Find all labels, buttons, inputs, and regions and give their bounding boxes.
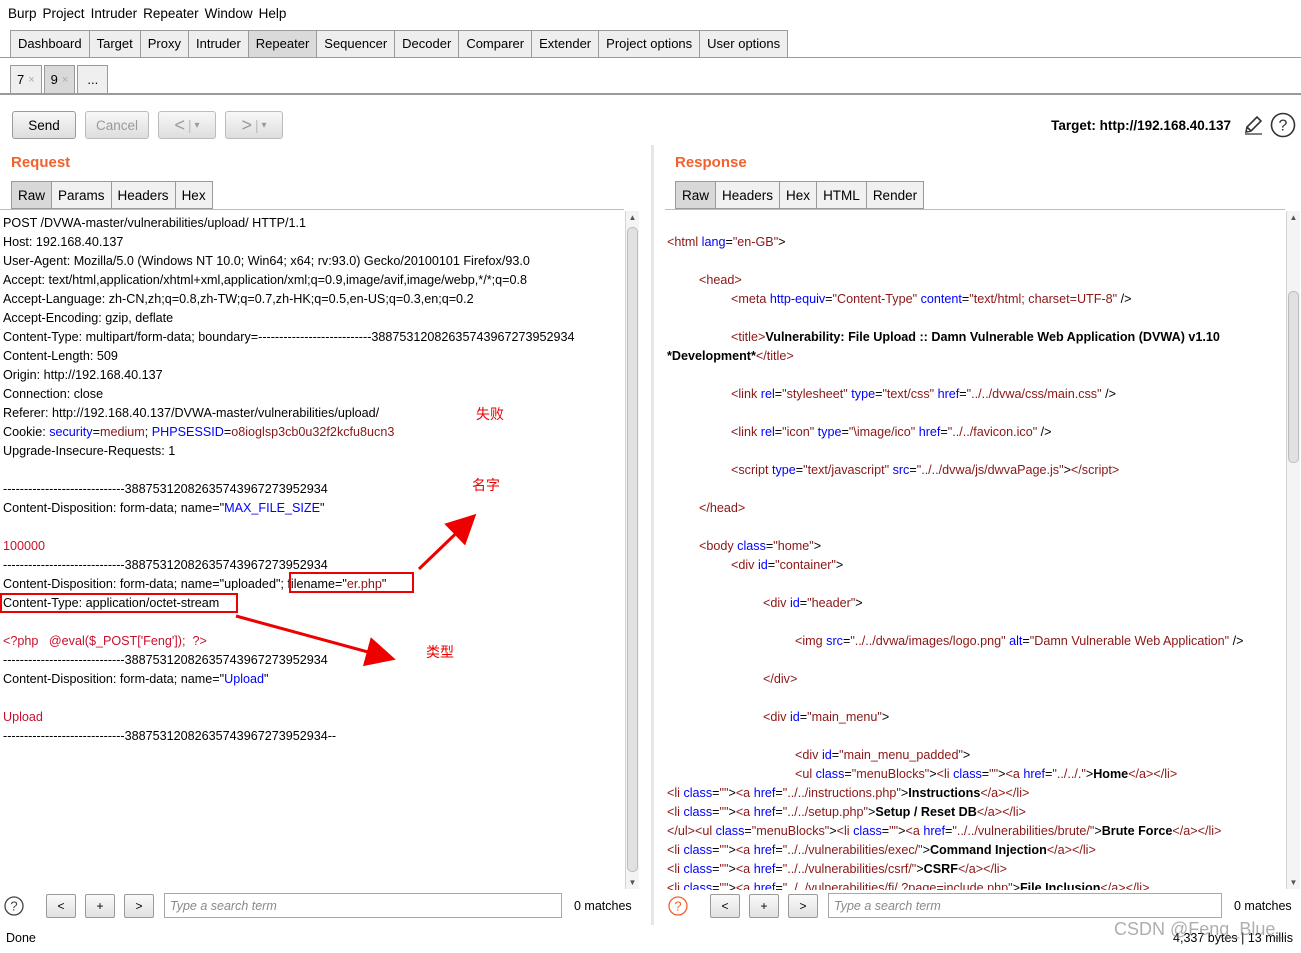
response-line: <div id="header"> — [763, 596, 863, 610]
help-icon[interactable]: ? — [1270, 112, 1296, 138]
response-line: <div id="main_menu_padded"> — [795, 748, 971, 762]
response-line: <link rel="icon" type="\image/ico" href=… — [731, 425, 1052, 439]
help-icon[interactable]: ? — [4, 896, 24, 919]
search-field — [164, 893, 562, 918]
response-line: <li class=""><a href="../../setup.php">S… — [667, 805, 1026, 819]
response-line: </div> — [763, 672, 798, 686]
request-match-count: 0 matches — [574, 899, 632, 913]
response-line: </ul><ul class="menuBlocks"><li class=""… — [667, 824, 1222, 838]
boundary-line: -----------------------------38875312082… — [3, 729, 337, 743]
request-search-bar: ? < + > 0 matches — [0, 890, 650, 924]
search-prev-button[interactable]: < — [710, 894, 740, 918]
response-search-input[interactable] — [829, 894, 1221, 917]
tab-html[interactable]: HTML — [816, 181, 867, 209]
response-line: <html lang="en-GB"> — [667, 235, 786, 249]
response-title: Response — [675, 154, 747, 171]
response-view-tabs: Raw Headers Hex HTML Render — [675, 181, 925, 209]
response-line: <meta http-equiv="Content-Type" content=… — [731, 292, 1132, 306]
search-next-button[interactable]: > — [124, 894, 154, 918]
response-line: <ul class="menuBlocks"><li class=""><a h… — [795, 767, 1178, 781]
request-search-input[interactable] — [165, 894, 561, 917]
scroll-up-icon[interactable]: ▲ — [1287, 211, 1300, 224]
response-editor[interactable]: <html lang="en-GB"> <head> <meta http-eq… — [665, 209, 1285, 890]
response-line: <img src="../../dvwa/images/logo.png" al… — [795, 634, 1244, 648]
search-add-button[interactable]: + — [749, 894, 779, 918]
pane-splitter[interactable] — [651, 145, 654, 925]
search-field — [828, 893, 1222, 918]
response-line: <body class="home"> — [699, 539, 822, 553]
response-match-count: 0 matches — [1234, 899, 1292, 913]
target-label: Target: http://192.168.40.137 — [1051, 118, 1231, 133]
scroll-thumb[interactable] — [1288, 291, 1299, 463]
help-icon[interactable]: ? — [668, 896, 688, 919]
tab-hex[interactable]: Hex — [779, 181, 818, 209]
response-line: *Development*</title> — [667, 349, 794, 363]
svg-text:?: ? — [10, 899, 17, 914]
tab-user-options[interactable]: User options — [699, 30, 789, 57]
tab-raw[interactable]: Raw — [675, 181, 717, 209]
scroll-down-icon[interactable]: ▼ — [626, 876, 639, 889]
annotation-arrows — [235, 513, 477, 667]
svg-text:?: ? — [1279, 118, 1288, 135]
svg-text:?: ? — [674, 899, 681, 914]
search-add-button[interactable]: + — [85, 894, 115, 918]
response-line: <div id="main_menu"> — [763, 710, 890, 724]
status-text: Done — [6, 931, 36, 945]
response-line: <div id="container"> — [731, 558, 844, 572]
response-line: <li class=""><a href="../../vulnerabilit… — [667, 843, 1096, 857]
pencil-icon[interactable] — [1240, 112, 1266, 138]
response-line: <li class=""><a href="../../vulnerabilit… — [667, 862, 1007, 876]
tab-headers[interactable]: Headers — [715, 181, 781, 209]
response-line: <script type="text/javascript" src="../.… — [731, 463, 1120, 477]
response-line: <li class=""><a href="../../instructions… — [667, 786, 1030, 800]
watermark: CSDN @Feng_Blue_ — [1114, 919, 1286, 939]
response-line: <head> — [699, 273, 742, 287]
search-next-button[interactable]: > — [788, 894, 818, 918]
search-prev-button[interactable]: < — [46, 894, 76, 918]
response-line: </head> — [699, 501, 746, 515]
scroll-down-icon[interactable]: ▼ — [1287, 876, 1300, 889]
response-line: <link rel="stylesheet" type="text/css" h… — [731, 387, 1116, 401]
field-value: Upload — [3, 710, 43, 724]
response-line: <title>Vulnerability: File Upload :: Dam… — [731, 330, 1220, 344]
response-scrollbar[interactable]: ▲ ▼ — [1286, 211, 1300, 889]
tab-render[interactable]: Render — [865, 181, 925, 209]
response-line: <li class=""><a href="../../vulnerabilit… — [667, 881, 1150, 890]
